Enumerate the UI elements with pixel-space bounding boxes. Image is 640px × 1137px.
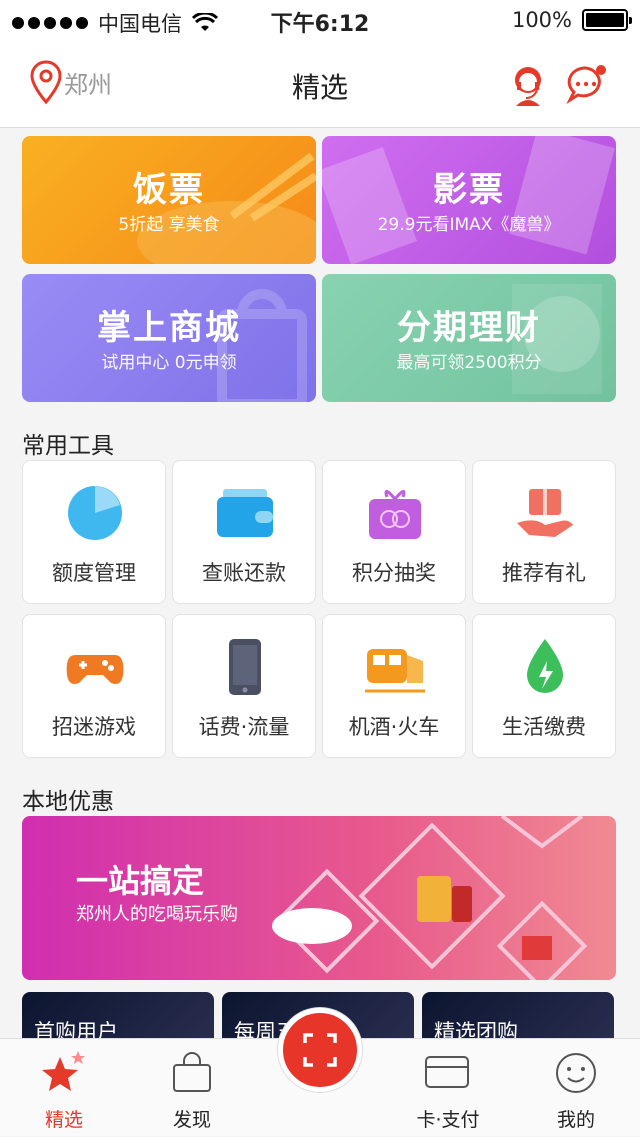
banner-subtitle: 最高可领2500积分 bbox=[396, 353, 542, 373]
banner-movie-ticket[interactable]: 影票 29.9元看IMAX《魔兽》 bbox=[322, 136, 616, 264]
local-heading: 本地优惠 bbox=[22, 789, 114, 815]
tool-label: 推荐有礼 bbox=[502, 561, 586, 585]
phone-icon bbox=[229, 639, 261, 695]
banner-title: 饭票 bbox=[133, 170, 205, 210]
shopping-bag-icon bbox=[173, 1052, 211, 1092]
tool-label: 话费·流量 bbox=[198, 715, 290, 739]
banner-subtitle: 5折起 享美食 bbox=[118, 215, 220, 235]
banner-title: 影票 bbox=[433, 170, 505, 210]
status-bar: 中国电信 下午6:12 100% bbox=[0, 0, 640, 40]
wallet-icon bbox=[217, 489, 273, 537]
banner-installment-finance[interactable]: 分期理财 最高可领2500积分 bbox=[322, 274, 616, 402]
tool-label: 积分抽奖 bbox=[352, 561, 436, 585]
tool-label: 生活缴费 bbox=[502, 715, 586, 739]
promo-title: 一站搞定 bbox=[76, 862, 205, 900]
tool-referral-reward[interactable]: 推荐有礼 bbox=[472, 460, 616, 604]
battery-icon bbox=[582, 9, 632, 31]
tab-label: 卡·支付 bbox=[416, 1109, 480, 1131]
banner-mobile-mall[interactable]: 掌上商城 试用中心 0元申领 bbox=[22, 274, 316, 402]
gift-box-icon bbox=[369, 490, 421, 539]
tab-label: 精选 bbox=[44, 1109, 83, 1131]
tool-games[interactable]: 招迷游戏 bbox=[22, 614, 166, 758]
promo-subtitle: 郑州人的吃喝玩乐购 bbox=[76, 904, 238, 925]
message-button[interactable] bbox=[566, 64, 608, 108]
tool-bill-repay[interactable]: 查账还款 bbox=[172, 460, 316, 604]
banner-subtitle: 试用中心 0元申领 bbox=[101, 353, 237, 373]
chat-bubble-icon bbox=[566, 65, 606, 105]
banner-title: 分期理财 bbox=[397, 308, 541, 348]
tool-phone-data[interactable]: 话费·流量 bbox=[172, 614, 316, 758]
nav-bar: 郑州 精选 bbox=[0, 40, 640, 128]
tab-card-pay[interactable]: 卡·支付 bbox=[384, 1039, 512, 1137]
star-icon bbox=[42, 1051, 85, 1091]
tool-points-lottery[interactable]: 积分抽奖 bbox=[322, 460, 466, 604]
local-promo-banner[interactable]: 一站搞定 郑州人的吃喝玩乐购 bbox=[22, 816, 616, 980]
customer-service-icon[interactable] bbox=[508, 62, 548, 106]
train-icon bbox=[365, 649, 425, 693]
banner-subtitle: 29.9元看IMAX《魔兽》 bbox=[377, 215, 561, 235]
tab-discover[interactable]: 发现 bbox=[128, 1039, 256, 1137]
tab-me[interactable]: 我的 bbox=[512, 1039, 640, 1137]
tool-label: 招迷游戏 bbox=[52, 715, 136, 739]
tool-credit-limit[interactable]: 额度管理 bbox=[22, 460, 166, 604]
smiley-face-icon bbox=[556, 1053, 596, 1093]
tab-label: 我的 bbox=[556, 1109, 595, 1131]
water-drop-icon bbox=[527, 639, 563, 693]
tab-label: 发现 bbox=[172, 1109, 211, 1131]
gamepad-icon bbox=[66, 655, 124, 684]
tool-label: 机酒·火车 bbox=[348, 715, 440, 739]
tool-flight-hotel-train[interactable]: 机酒·火车 bbox=[322, 614, 466, 758]
banner-meal-ticket[interactable]: 饭票 5折起 享美食 bbox=[22, 136, 316, 264]
card-icon bbox=[425, 1056, 469, 1088]
scan-icon bbox=[303, 1033, 337, 1067]
battery-percent: 100% bbox=[511, 8, 572, 32]
tools-heading: 常用工具 bbox=[22, 433, 114, 459]
pie-chart-icon bbox=[68, 486, 122, 540]
tool-utility-payment[interactable]: 生活缴费 bbox=[472, 614, 616, 758]
scan-button[interactable] bbox=[278, 1008, 362, 1092]
banner-title: 掌上商城 bbox=[97, 308, 241, 348]
tool-label: 额度管理 bbox=[52, 561, 136, 585]
tab-featured[interactable]: 精选 bbox=[0, 1039, 128, 1137]
tool-label: 查账还款 bbox=[202, 561, 286, 585]
gift-hand-icon bbox=[517, 489, 573, 537]
